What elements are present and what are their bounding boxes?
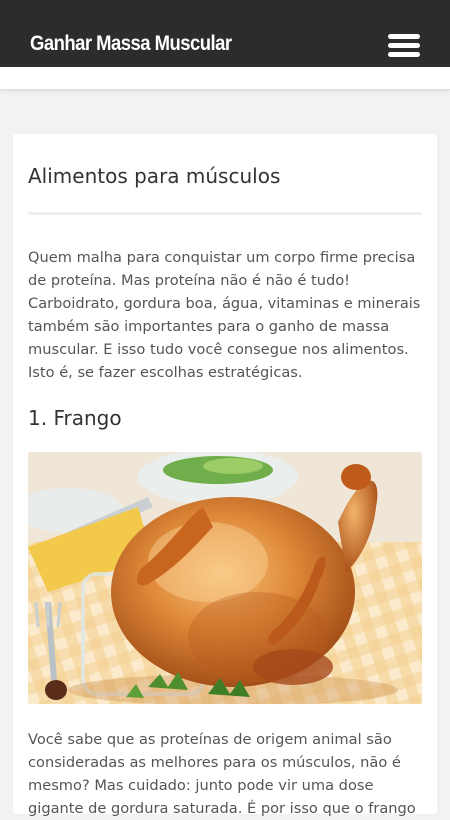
top-app-bar: Ganhar Massa Muscular: [0, 0, 450, 67]
article-title: Alimentos para músculos: [28, 164, 281, 188]
title-divider: [28, 212, 422, 215]
app-title[interactable]: Ganhar Massa Muscular: [30, 32, 232, 56]
menu-line: [388, 43, 420, 48]
hamburger-menu-icon[interactable]: [388, 32, 422, 60]
intro-paragraph: Quem malha para conquistar um corpo firm…: [28, 249, 421, 381]
menu-line: [388, 34, 420, 39]
menu-line: [388, 52, 420, 57]
section-paragraph: Você sabe que as proteínas de origem ani…: [28, 731, 416, 817]
roast-chicken-image: [28, 452, 422, 704]
section-heading-frango: 1. Frango: [28, 406, 122, 430]
header-underbar: [0, 67, 450, 90]
article-card: Alimentos para músculos Quem malha para …: [13, 134, 437, 817]
